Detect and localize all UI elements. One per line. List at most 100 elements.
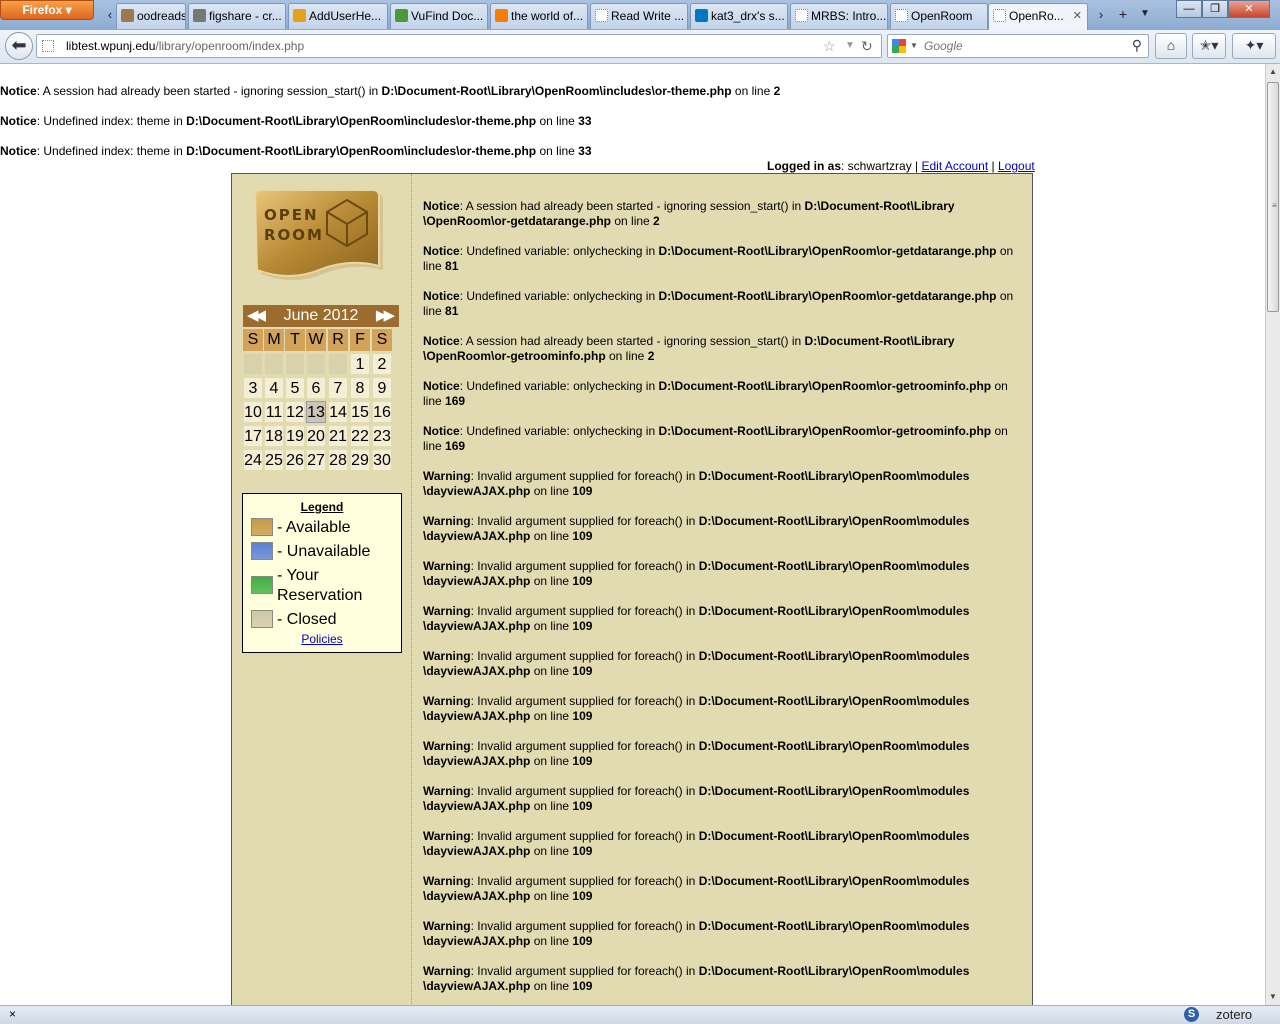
tab-2[interactable]: figshare - cr...	[188, 3, 286, 29]
tab-scroll-right-icon[interactable]: ›	[1094, 5, 1108, 25]
calendar-day[interactable]: 16	[372, 401, 392, 423]
calendar-day[interactable]: 29	[350, 449, 370, 471]
search-input[interactable]: Google	[924, 39, 963, 53]
close-icon[interactable]: ×	[9, 1007, 16, 1021]
search-icon[interactable]: ⚲	[1132, 37, 1142, 54]
minimize-button[interactable]: —	[1176, 0, 1202, 18]
calendar-day[interactable]: 3	[243, 377, 263, 399]
calendar-empty-cell	[285, 353, 305, 375]
calendar-day[interactable]: 7	[328, 377, 348, 399]
history-dropdown-icon[interactable]: ▼	[845, 40, 855, 51]
scroll-thumb[interactable]: ≡	[1267, 82, 1279, 312]
zotero-icon[interactable]: S	[1184, 1007, 1199, 1022]
calendar-day[interactable]: 22	[350, 425, 370, 447]
tab-3[interactable]: AddUserHe...	[288, 3, 388, 29]
reload-icon[interactable]: ↻	[861, 38, 873, 55]
calendar-day[interactable]: 11	[264, 401, 284, 423]
drupal-icon	[695, 9, 708, 22]
calendar-day[interactable]: 19	[285, 425, 305, 447]
calendar-day[interactable]: 24	[243, 449, 263, 471]
calendar-day[interactable]: 13	[306, 401, 326, 423]
edit-account-link[interactable]: Edit Account	[921, 159, 988, 173]
calendar-day[interactable]: 14	[328, 401, 348, 423]
navigation-toolbar: ⬅ libtest.wpunj.edu/library/openroom/ind…	[0, 30, 1280, 64]
google-icon[interactable]	[892, 39, 906, 53]
php-message: Notice: Undefined variable: onlychecking…	[423, 424, 1008, 453]
php-message: Warning: Invalid argument supplied for f…	[423, 604, 970, 633]
firefox-menu-button[interactable]: Firefox ▾	[0, 0, 94, 20]
tab-10[interactable]: OpenRo... ✕	[988, 3, 1088, 30]
calendar-day[interactable]: 27	[306, 449, 326, 471]
php-message: Warning: Invalid argument supplied for f…	[423, 829, 970, 858]
tab-list-dropdown-icon[interactable]: ▼	[1138, 4, 1152, 24]
tab-label: OpenRo...	[1009, 9, 1064, 23]
search-bar[interactable]: ▼ Google ⚲	[887, 34, 1149, 58]
calendar-month-title: June 2012	[283, 307, 359, 324]
calendar-day[interactable]: 17	[243, 425, 263, 447]
calendar-day[interactable]: 4	[264, 377, 284, 399]
maximize-button[interactable]: ❐	[1202, 0, 1228, 18]
bookmark-star-icon[interactable]: ☆	[823, 38, 836, 55]
back-button[interactable]: ⬅	[5, 32, 33, 60]
calendar-day[interactable]: 1	[350, 353, 370, 375]
calendar-day[interactable]: 6	[306, 377, 326, 399]
status-bar: × S zotero	[0, 1005, 1280, 1024]
chrome-icon	[293, 9, 306, 22]
scroll-up-icon[interactable]: ▲	[1266, 64, 1280, 80]
calendar-day[interactable]: 12	[285, 401, 305, 423]
calendar-weekday: S	[372, 329, 392, 351]
calendar-day[interactable]: 25	[264, 449, 284, 471]
calendar-day[interactable]: 9	[372, 377, 392, 399]
login-bar: Logged in as: schwartzray | Edit Account…	[767, 159, 1035, 173]
addon-button[interactable]: ✦▾	[1232, 33, 1276, 59]
tab-bar: Firefox ▾ ‹ oodreads |... figshare - cr..…	[0, 0, 1280, 30]
tab-7[interactable]: kat3_drx's s...	[690, 3, 788, 29]
calendar-weekday: S	[243, 329, 263, 351]
calendar-day[interactable]: 21	[328, 425, 348, 447]
scroll-down-icon[interactable]: ▼	[1266, 989, 1280, 1005]
url-text[interactable]: libtest.wpunj.edu/library/openroom/index…	[66, 39, 304, 53]
calendar-day[interactable]: 20	[306, 425, 326, 447]
calendar-day[interactable]: 8	[350, 377, 370, 399]
next-month-icon[interactable]: ▶▶	[376, 305, 395, 327]
php-message: Notice: Undefined variable: onlychecking…	[423, 289, 1014, 318]
blank-page-icon	[895, 9, 908, 22]
site-identity-icon[interactable]	[42, 40, 54, 52]
blank-page-icon	[595, 9, 608, 22]
tab-5[interactable]: the world of...	[490, 3, 588, 29]
tab-1[interactable]: oodreads |...	[116, 3, 186, 29]
url-bar[interactable]: libtest.wpunj.edu/library/openroom/index…	[36, 34, 882, 58]
calendar-day[interactable]: 23	[372, 425, 392, 447]
calendar-weekday: F	[350, 329, 370, 351]
tab-scroll-left-icon[interactable]: ‹	[103, 5, 117, 25]
php-message: Warning: Invalid argument supplied for f…	[423, 694, 970, 723]
new-tab-button[interactable]: +	[1114, 4, 1132, 24]
calendar-day[interactable]: 5	[285, 377, 305, 399]
home-button[interactable]: ⌂	[1155, 33, 1187, 59]
close-window-button[interactable]: ✕	[1228, 0, 1270, 18]
calendar-day[interactable]: 26	[285, 449, 305, 471]
php-message: Notice: Undefined variable: onlychecking…	[423, 379, 1008, 408]
openroom-logo[interactable]: OPEN ROOM	[249, 186, 385, 282]
calendar-day[interactable]: 2	[372, 353, 392, 375]
calendar-day[interactable]: 15	[350, 401, 370, 423]
goodreads-icon	[121, 9, 134, 22]
previous-month-icon[interactable]: ◀◀	[247, 305, 266, 327]
tab-9[interactable]: OpenRoom	[890, 3, 988, 29]
tab-8[interactable]: MRBS: Intro...	[790, 3, 888, 29]
logout-link[interactable]: Logout	[998, 159, 1035, 173]
vertical-scrollbar[interactable]: ▲ ≡ ▼	[1265, 64, 1280, 1005]
zotero-label[interactable]: zotero	[1216, 1007, 1252, 1022]
php-message: Notice: Undefined variable: onlychecking…	[423, 244, 1014, 273]
calendar-day[interactable]: 30	[372, 449, 392, 471]
tab-4[interactable]: VuFind Doc...	[390, 3, 488, 29]
tab-label: VuFind Doc...	[411, 9, 484, 23]
bookmarks-button[interactable]: ✭▾	[1192, 33, 1226, 59]
calendar-day[interactable]: 10	[243, 401, 263, 423]
close-tab-icon[interactable]: ✕	[1073, 4, 1082, 28]
calendar-day[interactable]: 28	[328, 449, 348, 471]
calendar-day[interactable]: 18	[264, 425, 284, 447]
engine-dropdown-icon[interactable]: ▼	[910, 41, 918, 50]
policies-link[interactable]: Policies	[301, 632, 342, 646]
tab-6[interactable]: Read Write ...	[590, 3, 688, 29]
